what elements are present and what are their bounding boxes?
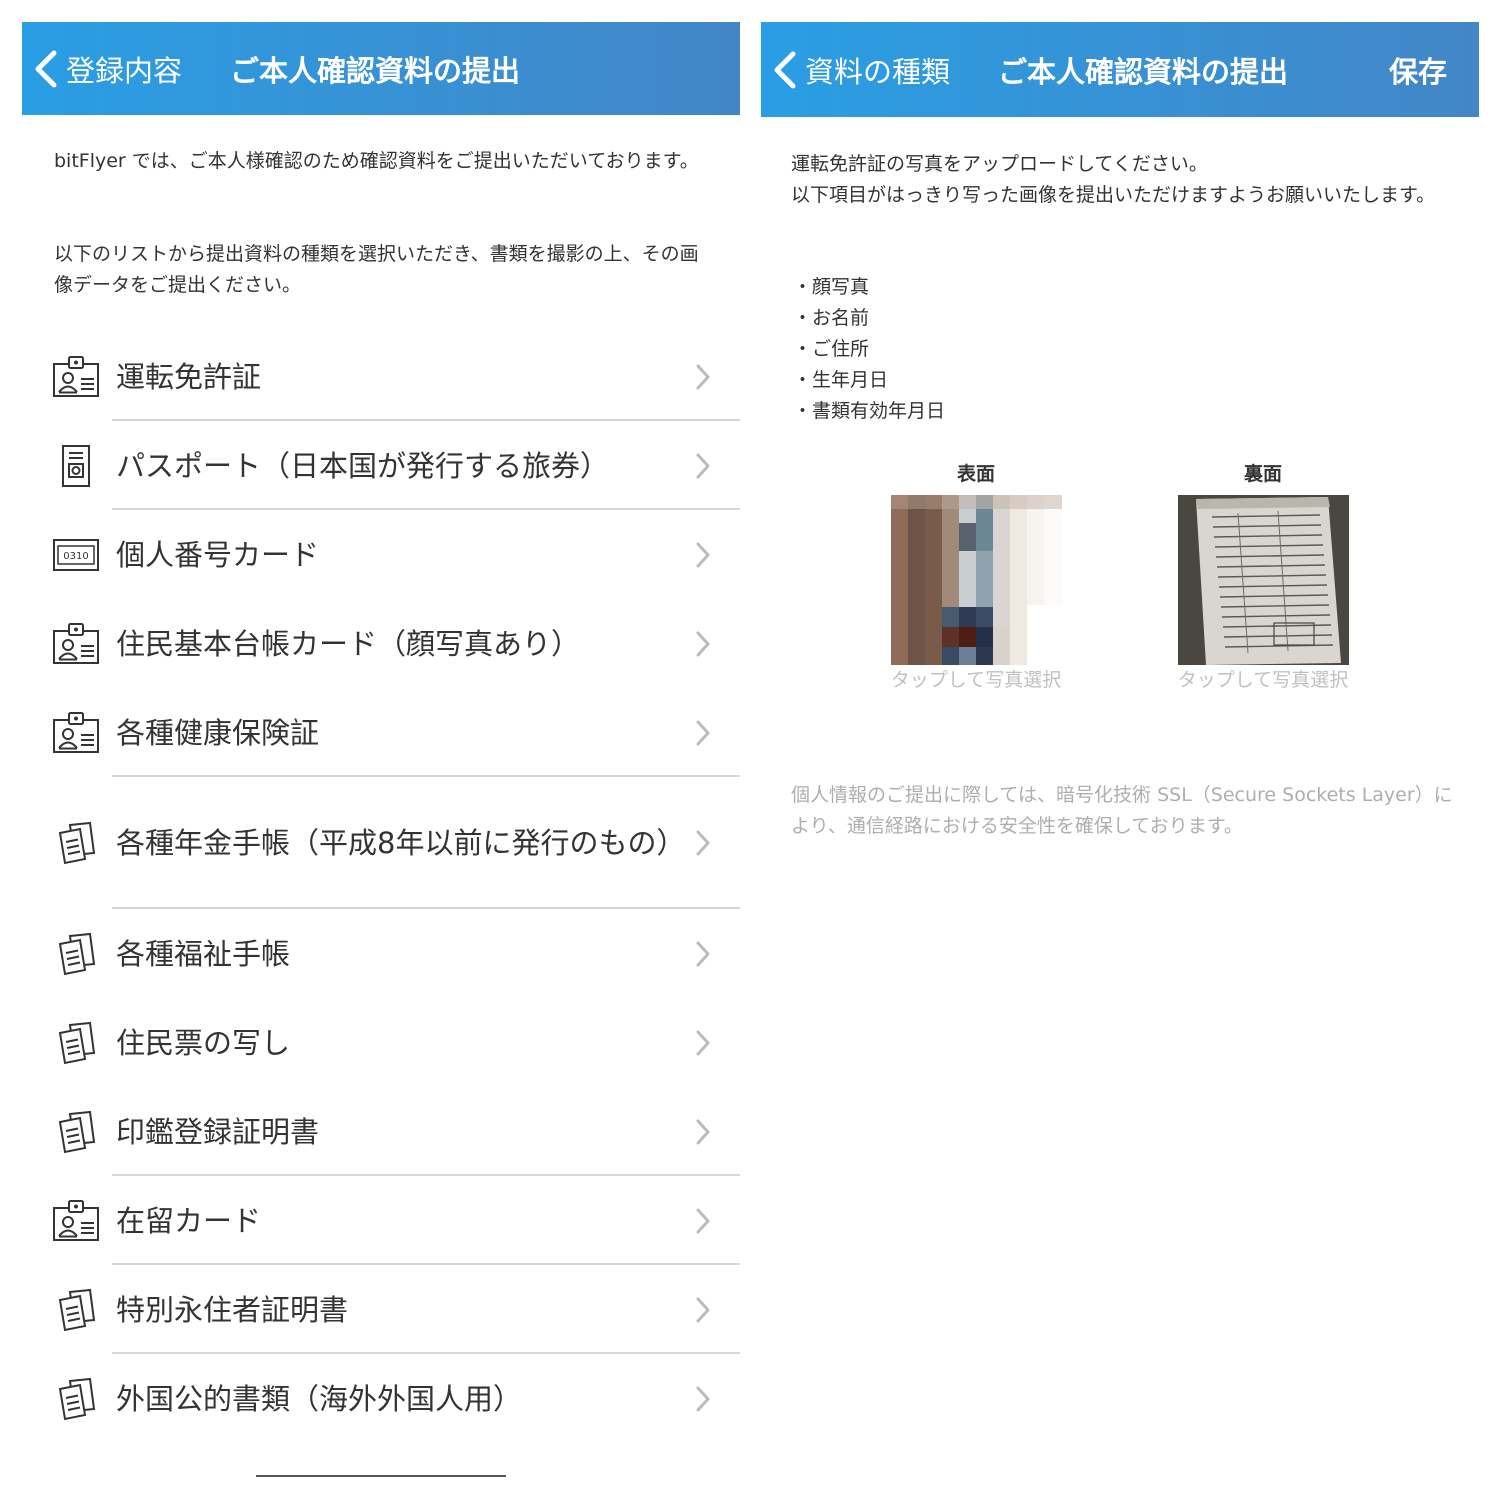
intro-paragraph: bitFlyer では、ご本人様確認のため確認資料をご提出いただいております。 bbox=[54, 150, 699, 172]
back-photo-thumbnail[interactable] bbox=[1177, 495, 1349, 665]
doc-item-label: パスポート（日本国が発行する旅券） bbox=[116, 448, 610, 483]
id-card-icon bbox=[52, 711, 100, 755]
back-label: 登録内容 bbox=[66, 53, 183, 88]
required-item: ・お名前 bbox=[793, 307, 870, 329]
booklet-icon bbox=[52, 1110, 100, 1154]
chevron-left-icon bbox=[35, 50, 57, 87]
doc-item-label: 外国公的書類（海外外国人用） bbox=[116, 1381, 523, 1416]
doc-item-label: 各種年金手帳（平成8年以前に発行のもの） bbox=[116, 826, 686, 860]
back-button[interactable]: 登録内容 bbox=[34, 22, 182, 115]
back-slot-caption: タップして写真選択 bbox=[1177, 669, 1349, 691]
upload-instruction-line: 以下項目がはっきり写った画像を提出いただけますようお願いいたします。 bbox=[791, 184, 1436, 206]
doc-item-label: 運転免許証 bbox=[116, 359, 262, 394]
chevron-right-icon bbox=[696, 453, 710, 479]
back-button[interactable]: 資料の種類 bbox=[773, 22, 950, 117]
doc-item-pension-book[interactable]: 各種年金手帳（平成8年以前に発行のもの） bbox=[22, 777, 740, 909]
upload-instruction-line: 運転免許証の写真をアップロードしてください。 bbox=[791, 153, 1208, 175]
ssl-security-note: 個人情報のご提出に際しては、暗号化技術 SSL（Secure Sockets L… bbox=[791, 784, 1453, 837]
doc-item-foreign-public-document[interactable]: 外国公的書類（海外外国人用） bbox=[22, 1354, 740, 1443]
doc-item-label: 個人番号カード bbox=[116, 537, 320, 572]
required-items-list: ・顔写真 ・お名前 ・ご住所 ・生年月日 ・書類有効年月日 bbox=[793, 272, 945, 427]
chevron-right-icon bbox=[696, 631, 710, 657]
upload-screen: 資料の種類 ご本人確認資料の提出 保存 運転免許証の写真をアップロードしてくださ… bbox=[761, 22, 1479, 1500]
id-card-icon bbox=[52, 1199, 100, 1243]
instruction-paragraph: 以下のリストから提出資料の種類を選択いただき、書類を撮影の上、その画像データをご… bbox=[54, 243, 699, 296]
doc-item-welfare-book[interactable]: 各種福祉手帳 bbox=[22, 909, 740, 998]
doc-item-passport[interactable]: パスポート（日本国が発行する旅券） bbox=[22, 421, 740, 510]
doc-item-label: 各種福祉手帳 bbox=[116, 936, 291, 971]
chevron-right-icon bbox=[696, 1297, 710, 1323]
page-title: ご本人確認資料の提出 bbox=[230, 53, 521, 88]
chevron-right-icon bbox=[696, 1119, 710, 1145]
pixelated-photo bbox=[890, 495, 1062, 665]
booklet-icon bbox=[52, 1377, 100, 1421]
booklet-icon bbox=[52, 1021, 100, 1065]
booklet-icon bbox=[52, 932, 100, 976]
upload-instructions: 運転免許証の写真をアップロードしてください。 以下項目がはっきり写った画像を提出… bbox=[791, 149, 1461, 211]
booklet-icon bbox=[52, 1288, 100, 1332]
doc-item-drivers-license[interactable]: 運転免許証 bbox=[22, 332, 740, 421]
doc-item-my-number-card[interactable]: 個人番号カード bbox=[22, 510, 740, 599]
front-photo-thumbnail[interactable] bbox=[890, 495, 1062, 665]
doc-item-special-permanent-resident[interactable]: 特別永住者証明書 bbox=[22, 1265, 740, 1354]
front-slot-title: 表面 bbox=[956, 463, 995, 485]
required-item: ・顔写真 bbox=[793, 276, 870, 298]
doc-item-label: 印鑑登録証明書 bbox=[116, 1114, 320, 1149]
doc-item-label: 在留カード bbox=[116, 1203, 262, 1238]
chevron-right-icon bbox=[696, 830, 710, 856]
id-card-icon bbox=[52, 622, 100, 666]
doc-item-resident-registry-card[interactable]: 住民基本台帳カード（顔写真あり） bbox=[22, 599, 740, 688]
document-type-list: 運転免許証 パスポート（日本国が発行する旅券） 個人番号カード 住民基本台帳カー… bbox=[22, 332, 740, 1443]
required-item: ・生年月日 bbox=[793, 369, 889, 391]
booklet-icon bbox=[52, 821, 100, 865]
front-slot-caption: タップして写真選択 bbox=[890, 669, 1062, 691]
home-indicator bbox=[256, 1475, 506, 1477]
navigation-bar: 資料の種類 ご本人確認資料の提出 保存 bbox=[761, 22, 1479, 117]
front-photo-slot[interactable]: 表面 タップして写真選択 bbox=[876, 459, 1076, 693]
back-label: 資料の種類 bbox=[805, 54, 951, 89]
doc-item-label: 特別永住者証明書 bbox=[116, 1292, 349, 1327]
chevron-right-icon bbox=[696, 720, 710, 746]
chevron-right-icon bbox=[696, 1030, 710, 1056]
chevron-left-icon bbox=[774, 51, 796, 88]
required-item: ・書類有効年月日 bbox=[793, 400, 946, 422]
navigation-bar: 登録内容 ご本人確認資料の提出 bbox=[22, 22, 740, 115]
doc-item-label: 住民基本台帳カード（顔写真あり） bbox=[116, 626, 581, 661]
doc-item-label: 住民票の写し bbox=[116, 1025, 291, 1060]
back-slot-title: 裏面 bbox=[1243, 463, 1282, 485]
chevron-right-icon bbox=[696, 941, 710, 967]
chevron-right-icon bbox=[696, 364, 710, 390]
number-card-icon bbox=[52, 533, 100, 577]
document-photo bbox=[1177, 495, 1349, 665]
doc-item-health-insurance[interactable]: 各種健康保険証 bbox=[22, 688, 740, 777]
required-item: ・ご住所 bbox=[793, 338, 870, 360]
doc-item-residence-certificate[interactable]: 住民票の写し bbox=[22, 998, 740, 1087]
save-button[interactable]: 保存 bbox=[1389, 22, 1447, 117]
chevron-right-icon bbox=[696, 1208, 710, 1234]
passport-icon bbox=[52, 444, 100, 488]
doc-item-seal-certificate[interactable]: 印鑑登録証明書 bbox=[22, 1087, 740, 1176]
page-title: ご本人確認資料の提出 bbox=[998, 54, 1289, 89]
document-type-screen: 登録内容 ご本人確認資料の提出 bitFlyer では、ご本人様確認のため確認資… bbox=[22, 22, 740, 1500]
chevron-right-icon bbox=[696, 542, 710, 568]
id-card-icon bbox=[52, 355, 100, 399]
back-photo-slot[interactable]: 裏面 タップして写真選択 bbox=[1163, 459, 1363, 693]
doc-item-residence-card[interactable]: 在留カード bbox=[22, 1176, 740, 1265]
chevron-right-icon bbox=[696, 1386, 710, 1412]
doc-item-label: 各種健康保険証 bbox=[116, 715, 320, 750]
